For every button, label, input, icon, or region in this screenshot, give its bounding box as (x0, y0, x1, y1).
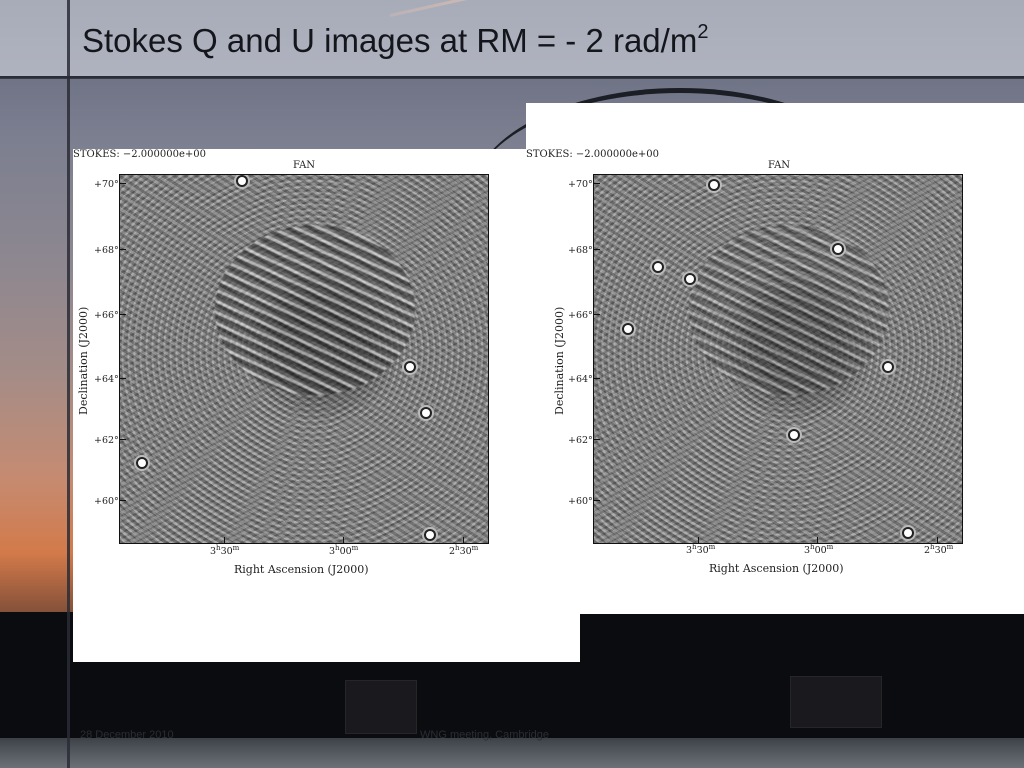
point-source (138, 459, 146, 467)
x-axis-label: Right Ascension (J2000) (709, 562, 844, 575)
point-source (904, 529, 912, 537)
x-tick-mark (698, 537, 699, 543)
point-source (406, 363, 414, 371)
point-source (884, 363, 892, 371)
point-source (710, 181, 718, 189)
y-tick-mark (120, 249, 126, 250)
y-tick-label: +60° (568, 496, 593, 507)
footer-event: WNG meeting, Cambridge (420, 729, 549, 741)
y-tick-label: +68° (94, 245, 119, 256)
y-tick-mark (120, 500, 126, 501)
title-superscript: 2 (697, 21, 709, 43)
plot-title: FAN (293, 160, 316, 171)
point-source (686, 275, 694, 283)
x-tick-label: 3h30m (686, 543, 716, 557)
y-tick-label: +64° (94, 374, 119, 385)
x-tick-label: 2h30m (924, 543, 954, 557)
point-source (654, 263, 662, 271)
y-tick-label: +66° (94, 310, 119, 321)
y-tick-mark (594, 378, 600, 379)
y-tick-label: +64° (568, 374, 593, 385)
y-tick-mark (594, 500, 600, 501)
x-axis-label: Right Ascension (J2000) (234, 563, 369, 576)
y-tick-mark (120, 378, 126, 379)
stokes-label: STOKES: −2.000000e+00 (73, 149, 207, 160)
frame-line-horizontal (0, 76, 1024, 79)
slide-background: Stokes Q and U images at RM = - 2 rad/m2… (0, 0, 1024, 768)
y-tick-label: +66° (568, 310, 593, 321)
x-tick-mark (343, 537, 344, 543)
y-axis-label: Declination (J2000) (553, 306, 566, 415)
stokes-q-image (119, 174, 489, 544)
slide-title: Stokes Q and U images at RM = - 2 rad/m2 (82, 21, 709, 59)
y-tick-mark (120, 314, 126, 315)
y-tick-label: +62° (568, 435, 593, 446)
x-tick-label: 2h30m (449, 544, 479, 558)
y-tick-label: +68° (568, 245, 593, 256)
plot-title: FAN (768, 160, 791, 171)
y-tick-mark (594, 249, 600, 250)
x-tick-mark (463, 537, 464, 543)
point-source (624, 325, 632, 333)
footer-date: 28 December 2010 (80, 729, 174, 741)
y-tick-label: +60° (94, 496, 119, 507)
y-axis-label: Declination (J2000) (77, 306, 90, 415)
y-tick-mark (594, 314, 600, 315)
point-source (790, 431, 798, 439)
stokes-u-image (593, 174, 963, 544)
y-tick-mark (594, 183, 600, 184)
point-source (834, 245, 842, 253)
y-tick-label: +70° (94, 179, 119, 190)
snow-ground (0, 738, 1024, 768)
point-source (422, 409, 430, 417)
y-tick-mark (120, 439, 126, 440)
x-tick-mark (224, 537, 225, 543)
x-tick-label: 3h30m (210, 544, 240, 558)
x-tick-mark (937, 537, 938, 543)
point-source (238, 177, 246, 185)
y-tick-label: +70° (568, 179, 593, 190)
point-source (426, 531, 434, 539)
x-tick-mark (817, 537, 818, 543)
building-silhouette (345, 680, 417, 734)
x-tick-label: 3h00m (804, 543, 834, 557)
y-tick-mark (594, 439, 600, 440)
y-tick-label: +62° (94, 435, 119, 446)
frame-line-vertical (67, 0, 70, 768)
x-tick-label: 3h00m (329, 544, 359, 558)
image-core-emission (215, 225, 415, 395)
stokes-label: STOKES: −2.000000e+00 (526, 149, 660, 160)
building-silhouette (790, 676, 882, 728)
y-tick-mark (120, 183, 126, 184)
image-core-emission (689, 225, 889, 395)
